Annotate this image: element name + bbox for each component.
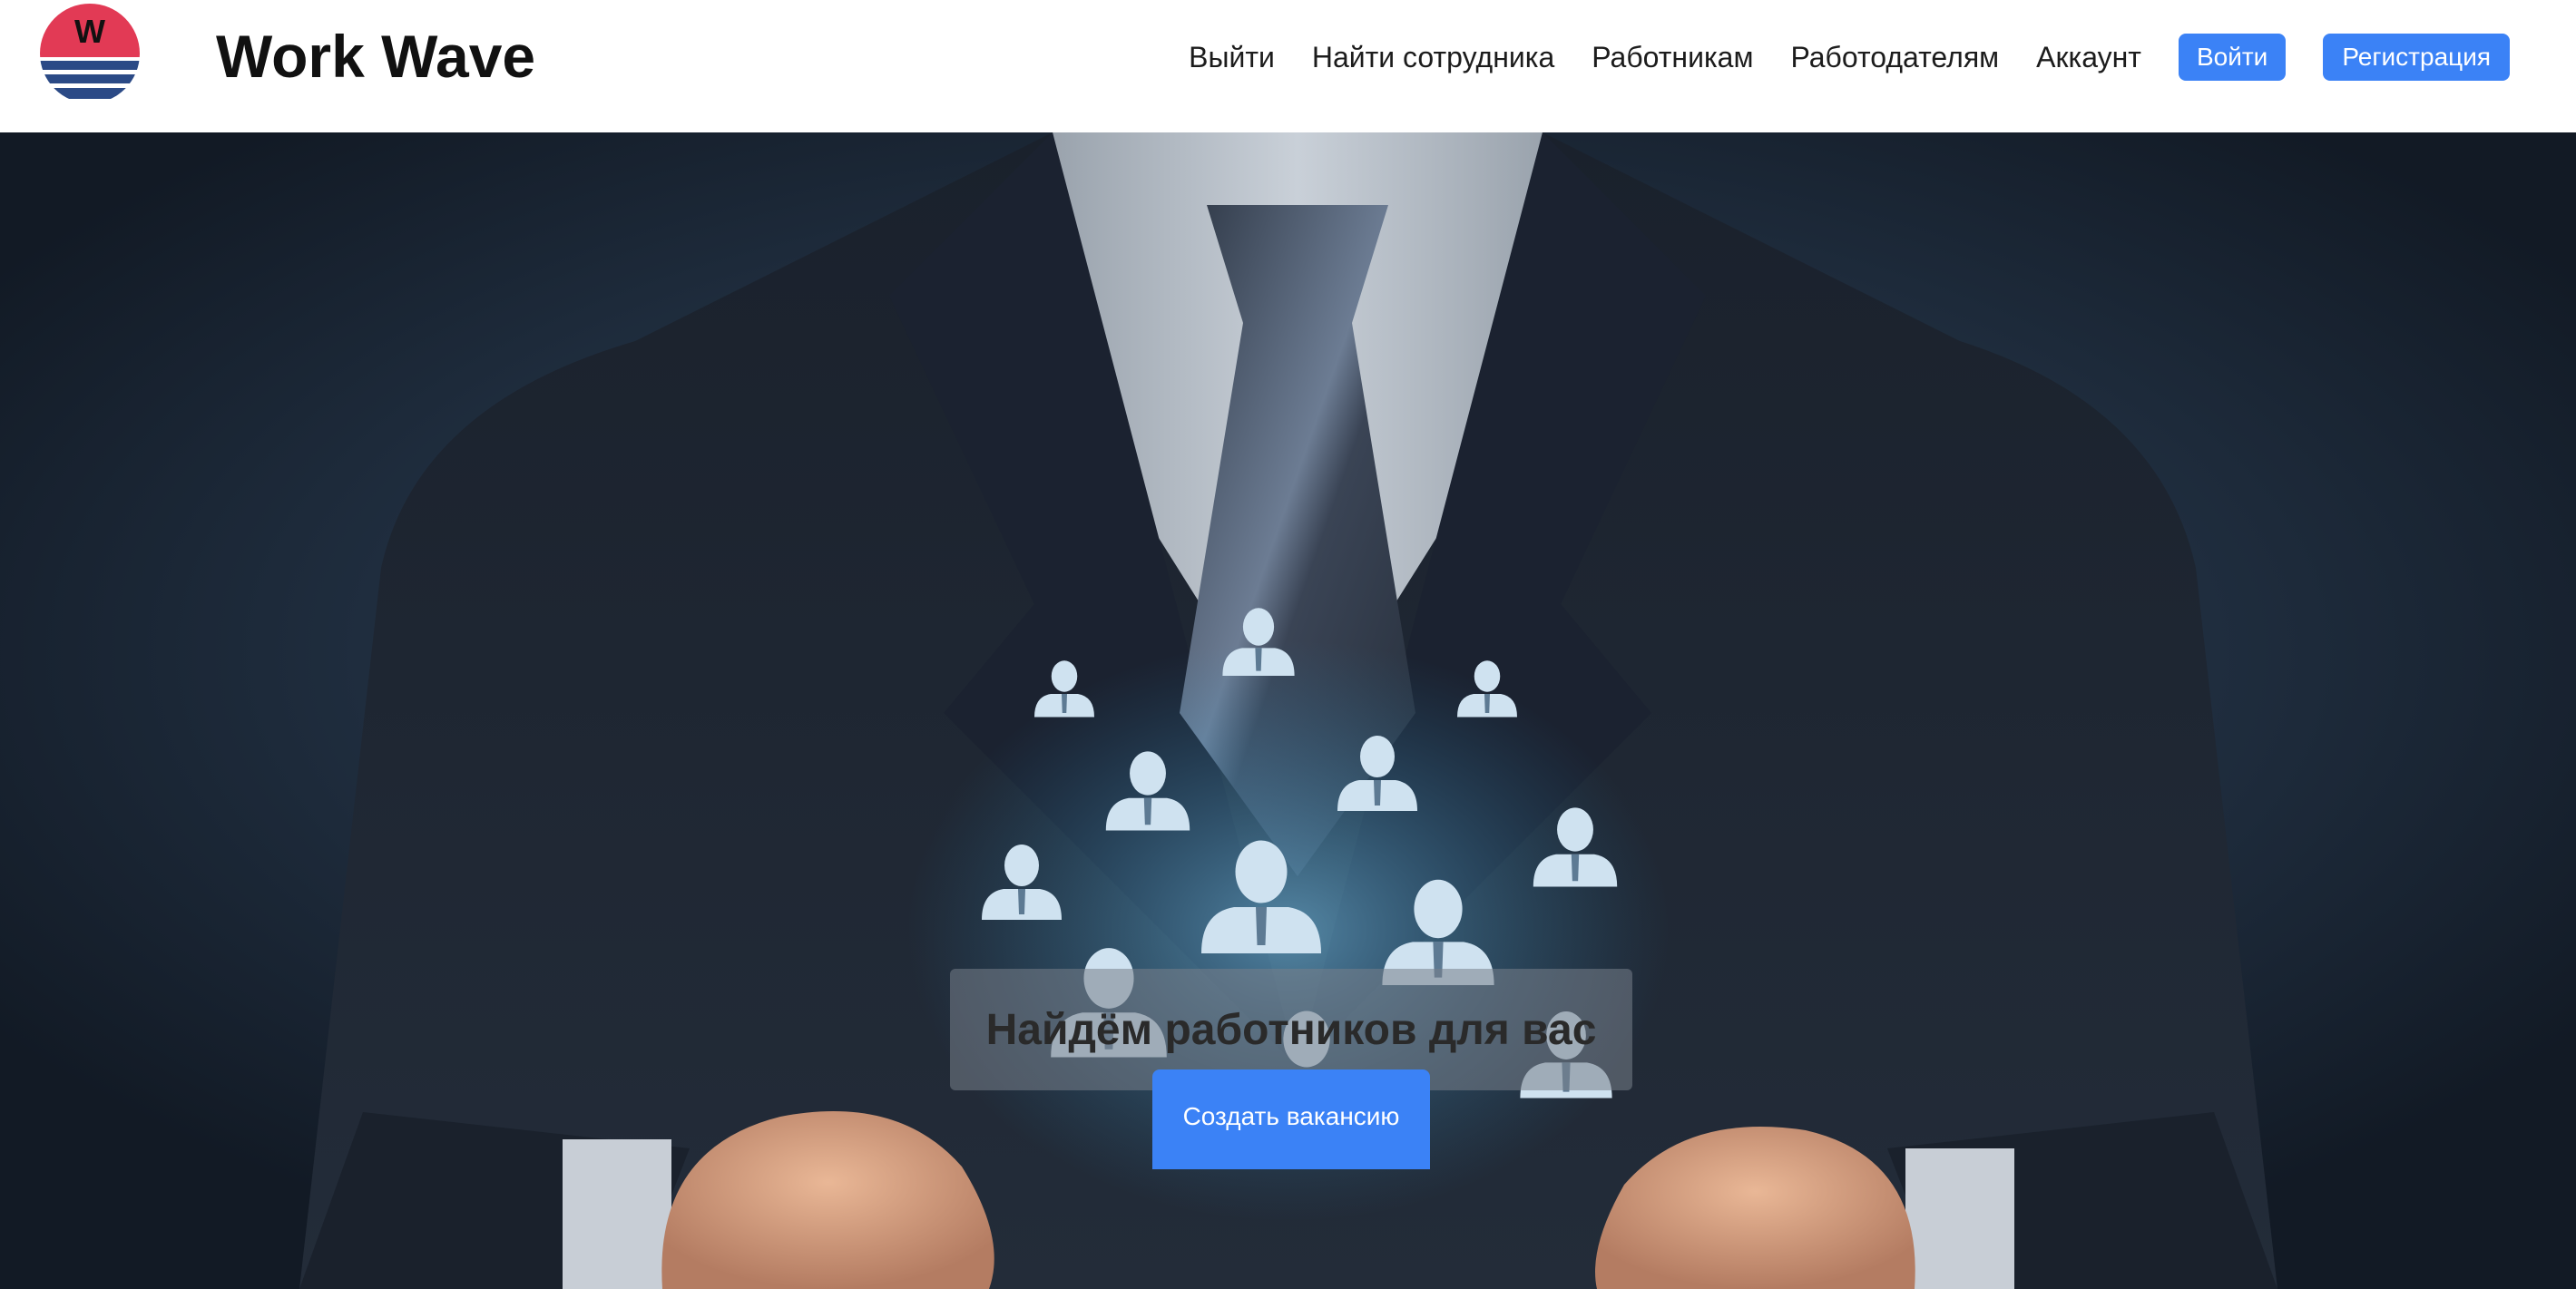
register-button[interactable]: Регистрация — [2323, 34, 2510, 81]
nav-account[interactable]: Аккаунт — [2036, 33, 2141, 82]
logo-letter: W — [74, 13, 105, 50]
nav-for-employers[interactable]: Работодателям — [1790, 33, 1999, 82]
nav-find-employee[interactable]: Найти сотрудника — [1312, 33, 1554, 82]
hero-headline: Найдём работников для вас — [985, 1005, 1597, 1054]
nav-for-workers[interactable]: Работникам — [1592, 33, 1753, 82]
logo-icon: W — [40, 4, 140, 103]
logo[interactable]: W — [38, 3, 142, 104]
page: W Work Wave Выйти Найти сотрудника Работ… — [0, 0, 2576, 1289]
main-nav: Выйти Найти сотрудника Работникам Работо… — [1189, 33, 2510, 82]
site-header: W Work Wave Выйти Найти сотрудника Работ… — [0, 0, 2576, 132]
nav-logout[interactable]: Выйти — [1189, 33, 1275, 82]
create-vacancy-button[interactable]: Создать вакансию — [1152, 1069, 1430, 1169]
brand-name[interactable]: Work Wave — [216, 20, 535, 93]
login-button[interactable]: Войти — [2178, 34, 2287, 81]
